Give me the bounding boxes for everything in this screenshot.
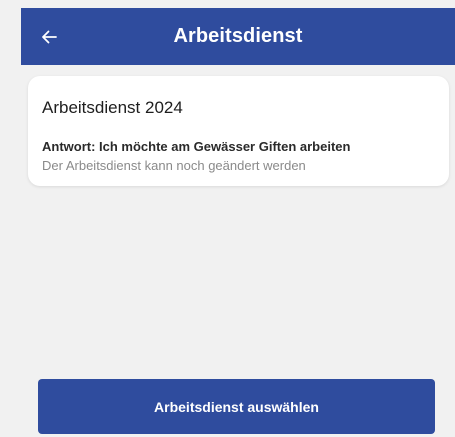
screen: Arbeitsdienst Arbeitsdienst 2024 Antwort… [0, 0, 455, 437]
card-title: Arbeitsdienst 2024 [42, 98, 183, 117]
arrow-left-icon [42, 30, 57, 43]
app-bar: Arbeitsdienst [21, 8, 455, 65]
select-arbeitsdienst-button[interactable]: Arbeitsdienst auswählen [38, 379, 435, 434]
page-title: Arbeitsdienst [173, 25, 303, 47]
card-note: Der Arbeitsdienst kann noch geändert wer… [42, 158, 306, 173]
card-answer: Antwort: Ich möchte am Gewässer Giften a… [42, 139, 351, 154]
back-button[interactable] [21, 8, 77, 65]
arbeitsdienst-card[interactable]: Arbeitsdienst 2024 Antwort: Ich möchte a… [28, 76, 449, 186]
